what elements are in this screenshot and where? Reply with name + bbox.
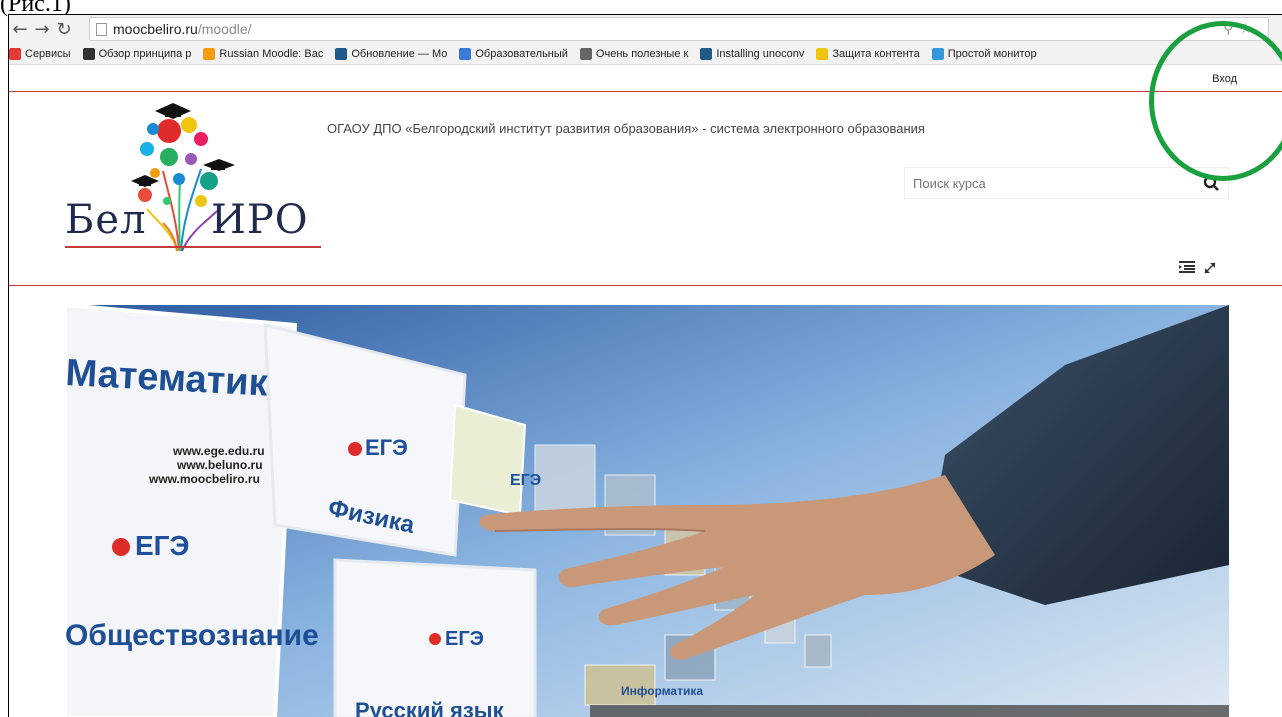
header-divider-bottom bbox=[9, 285, 1282, 286]
course-search-input[interactable] bbox=[905, 168, 1175, 198]
svg-text:Русский язык: Русский язык bbox=[355, 698, 505, 717]
back-icon[interactable]: ← bbox=[9, 18, 31, 40]
logo-text: Бел ИРО bbox=[65, 197, 308, 243]
bookmarks-bar: Сервисы Обзор принципа р Russian Moodle: В… bbox=[9, 43, 1282, 65]
svg-text:www.moocbeliro.ru: www.moocbeliro.ru bbox=[148, 472, 260, 486]
bookmark-favicon-icon bbox=[9, 47, 21, 60]
bookmark-favicon-icon bbox=[203, 47, 216, 60]
search-icon[interactable] bbox=[1202, 174, 1222, 194]
address-bar: ← → ↻ moocbeliro.ru /moodle/ ⚲☆ bbox=[9, 15, 1282, 43]
bookmark-item[interactable]: Образовательный bbox=[459, 47, 568, 60]
bookmark-item[interactable]: Обновление — Мо bbox=[335, 47, 448, 60]
url-host: moocbeliro.ru bbox=[113, 21, 198, 37]
hero-image: ЕГЭ ЕГЭ ЕГЭ ЕГЭ Математик Физика Обществ… bbox=[65, 305, 1229, 717]
bookmark-label: Защита контента bbox=[832, 47, 920, 60]
list-toggle-icon[interactable] bbox=[1179, 261, 1195, 273]
bookmark-item[interactable]: Обзор принципа р bbox=[82, 47, 192, 60]
logo-text-left: Бел bbox=[65, 197, 147, 243]
bookmark-label: Сервисы bbox=[25, 47, 71, 60]
bookmark-label: Обзор принципа р bbox=[98, 47, 192, 60]
bookmark-favicon-icon bbox=[931, 47, 944, 60]
bookmark-label: Простой монитор bbox=[947, 47, 1037, 60]
login-link[interactable]: Вход bbox=[1212, 73, 1237, 85]
bookmark-favicon-icon bbox=[459, 47, 472, 60]
bookmark-favicon-icon bbox=[579, 47, 592, 60]
bookmark-label: Russian Moodle: Вас bbox=[219, 47, 324, 60]
svg-text:ЕГЭ: ЕГЭ bbox=[510, 472, 541, 489]
bookmark-item[interactable]: Очень полезные к bbox=[579, 47, 689, 60]
site-title: ОГАОУ ДПО «Белгородский институт развити… bbox=[327, 121, 925, 136]
logo-text-right: ИРО bbox=[211, 197, 309, 243]
fullscreen-icon[interactable] bbox=[1203, 261, 1217, 275]
header-tools bbox=[1179, 261, 1217, 275]
bookmark-item[interactable]: Installing unoconv bbox=[700, 47, 805, 60]
bookmark-favicon-icon bbox=[816, 47, 829, 60]
svg-text:ЕГЭ: ЕГЭ bbox=[365, 435, 408, 460]
bookmark-favicon-icon bbox=[335, 47, 348, 60]
bookmark-label: Обновление — Мо bbox=[351, 47, 448, 60]
bookmark-item[interactable]: Простой монитор bbox=[931, 47, 1037, 60]
svg-text:ЕГЭ: ЕГЭ bbox=[445, 628, 484, 650]
forward-icon[interactable]: → bbox=[31, 18, 53, 40]
browser-window: ← → ↻ moocbeliro.ru /moodle/ ⚲☆ Сервисы О… bbox=[8, 14, 1282, 717]
svg-text:www.ege.edu.ru: www.ege.edu.ru bbox=[172, 444, 265, 458]
svg-text:www.beluno.ru: www.beluno.ru bbox=[176, 458, 263, 472]
beliro-logo[interactable]: Бел ИРО bbox=[51, 101, 321, 261]
svg-text:Информатика: Информатика bbox=[621, 684, 703, 698]
page-icon bbox=[96, 22, 107, 36]
top-strip: Вход bbox=[9, 65, 1282, 93]
bookmark-item[interactable]: Russian Moodle: Вас bbox=[203, 47, 324, 60]
reload-icon[interactable]: ↻ bbox=[53, 18, 75, 40]
url-field[interactable]: moocbeliro.ru /moodle/ ⚲☆ bbox=[89, 17, 1269, 41]
url-path: /moodle/ bbox=[197, 21, 252, 37]
bookmark-favicon-icon bbox=[82, 47, 95, 60]
svg-text:ЕГЭ: ЕГЭ bbox=[135, 530, 189, 561]
bookmark-label: Installing unoconv bbox=[716, 47, 805, 60]
svg-text:Обществознание: Обществознание bbox=[65, 619, 319, 652]
header-divider-top bbox=[9, 91, 1282, 92]
bookmark-item[interactable]: Сервисы bbox=[9, 47, 71, 60]
bookmark-label: Образовательный bbox=[475, 47, 568, 60]
bookmark-favicon-icon bbox=[700, 47, 713, 60]
bookmark-item[interactable]: Защита контента bbox=[816, 47, 920, 60]
bookmark-label: Очень полезные к bbox=[595, 47, 689, 60]
hero-slideshow[interactable]: ЕГЭ ЕГЭ ЕГЭ ЕГЭ Математик Физика Обществ… bbox=[65, 305, 1229, 717]
course-search bbox=[904, 167, 1229, 199]
zoom-star-icons[interactable]: ⚲☆ bbox=[1223, 21, 1258, 37]
